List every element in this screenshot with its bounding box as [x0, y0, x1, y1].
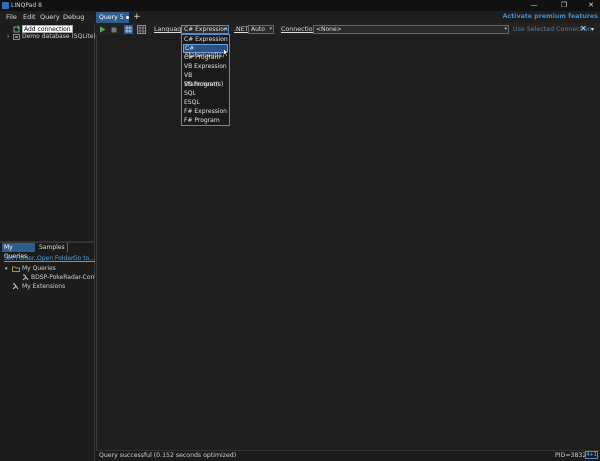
chevron-right-icon[interactable]: ›	[7, 33, 9, 41]
language-option[interactable]: ESQL	[183, 98, 228, 107]
language-select-value: C# Expression	[184, 26, 228, 33]
tab-query-5[interactable]: Query 5	[96, 12, 129, 23]
restore-button[interactable]: ❐	[554, 0, 574, 11]
query-file-item[interactable]: BDSP-PokeRadar-Contin...	[31, 274, 95, 282]
menu-file[interactable]: File	[6, 12, 17, 22]
language-option[interactable]: VB Program	[183, 80, 228, 89]
language-select[interactable]: C# Expression ▾	[181, 25, 229, 34]
my-extensions-item[interactable]: My Extensions	[22, 283, 65, 291]
language-option[interactable]: VB Statement(s)	[183, 71, 228, 88]
open-folder-link[interactable]: Open Folder	[37, 255, 73, 263]
run-icon[interactable]	[99, 26, 106, 33]
results-grid-icon[interactable]	[124, 25, 133, 34]
app-logo-icon	[2, 2, 9, 9]
add-connection-icon	[13, 25, 20, 33]
dropdown-caret-icon: ▾	[504, 26, 507, 32]
net-label: .NET	[234, 26, 249, 33]
folder-icon	[12, 266, 20, 272]
menu-query[interactable]: Query	[40, 12, 60, 22]
connection-select-value: <None>	[316, 26, 342, 33]
language-option[interactable]: F# Program	[183, 116, 228, 125]
database-icon	[13, 34, 20, 40]
language-option-selected[interactable]: C# Statement(s)	[183, 44, 228, 59]
code-editor[interactable]	[96, 35, 600, 450]
mouse-cursor-icon	[223, 48, 229, 57]
tab-samples[interactable]: Samples	[37, 243, 68, 252]
minimize-button[interactable]: —	[524, 0, 544, 11]
stop-icon[interactable]	[111, 27, 117, 33]
go-to-link[interactable]: Go to...	[73, 255, 95, 263]
menu-debug[interactable]: Debug	[63, 12, 84, 22]
add-connection-item[interactable]: Add connection	[22, 25, 73, 33]
language-option[interactable]: VB Expression	[183, 62, 228, 71]
window-title: LINQPad 8	[11, 2, 42, 9]
chevron-down-icon[interactable]: ▾	[591, 25, 594, 34]
net-select-value: Auto	[251, 26, 265, 33]
set-folder-link[interactable]: Set Folder...	[4, 255, 39, 263]
tab-my-queries[interactable]: My Queries	[2, 243, 35, 260]
my-queries-folder[interactable]: My Queries	[22, 265, 56, 273]
connections-panel	[0, 23, 95, 241]
language-option[interactable]: SQL	[183, 89, 228, 98]
language-option[interactable]: C# Program	[183, 53, 228, 62]
demo-database-item[interactable]: Demo database (SQLite)	[22, 33, 96, 41]
unsaved-dot-icon	[125, 15, 129, 19]
close-icon[interactable]: ✕	[580, 24, 587, 34]
dropdown-caret-icon: ▾	[224, 26, 227, 32]
dropdown-caret-icon: ▾	[269, 26, 272, 32]
extensions-icon	[12, 283, 19, 290]
tab-label: Query 5	[99, 14, 124, 21]
process-id: PID=3832	[555, 452, 587, 459]
close-window-button[interactable]: ✕	[581, 0, 600, 11]
connection-select[interactable]: <None> ▾	[313, 25, 509, 34]
status-toggle-button[interactable]: 4+1	[585, 451, 598, 459]
chevron-down-icon[interactable]: ▾	[5, 265, 8, 273]
net-select[interactable]: Auto ▾	[248, 25, 274, 34]
title-bar	[0, 0, 600, 11]
connection-label: Connection	[281, 26, 317, 33]
data-grid-icon[interactable]	[137, 25, 146, 34]
language-option[interactable]: C# Expression	[183, 35, 228, 44]
menu-edit[interactable]: Edit	[23, 12, 36, 22]
lambda-query-icon	[22, 274, 29, 281]
add-tab-button[interactable]: +	[133, 11, 141, 23]
status-message: Query successful (0.152 seconds optimize…	[99, 452, 237, 459]
language-option[interactable]: F# Expression	[183, 107, 228, 116]
activate-premium-link[interactable]: Activate premium features	[503, 12, 598, 22]
